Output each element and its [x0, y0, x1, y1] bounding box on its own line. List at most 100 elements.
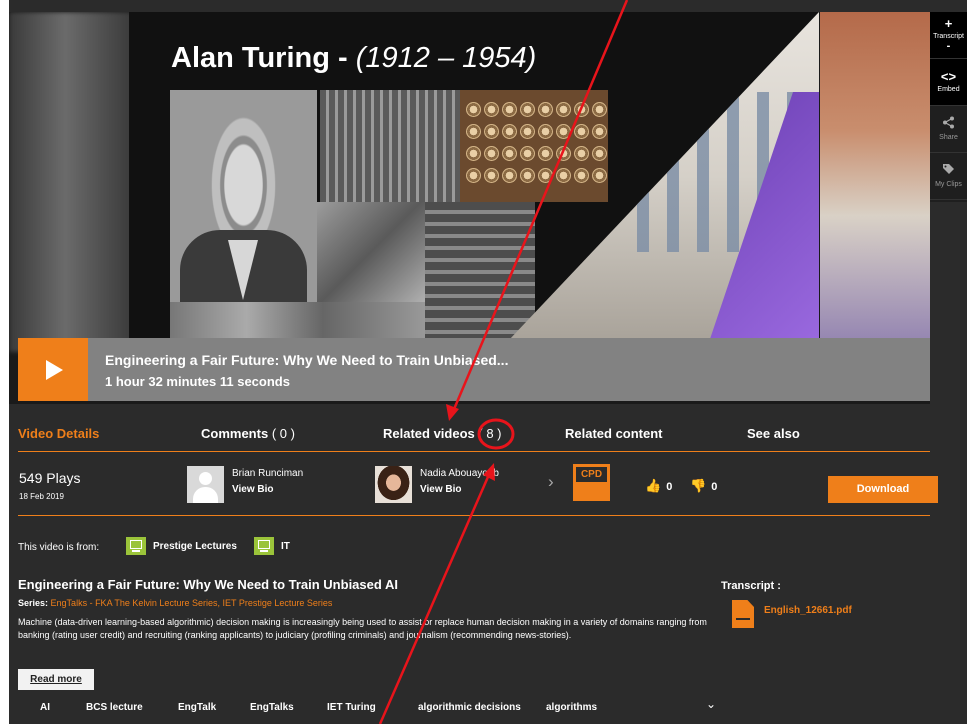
source-label: This video is from: [18, 542, 100, 553]
tag-item[interactable]: EngTalks [250, 702, 294, 713]
cpd-label: CPD [576, 467, 607, 482]
tab-related-videos-label: Related videos [383, 426, 475, 441]
rotor-wheel [592, 124, 607, 139]
series-label: Series: [18, 598, 49, 608]
embed-label: Embed [937, 86, 960, 93]
view-bio-link[interactable]: View Bio [420, 484, 462, 495]
rotor-wheel [538, 124, 553, 139]
tab-related-videos[interactable]: Related videos ( 8 ) [383, 426, 502, 441]
tab-comments-label: Comments [201, 426, 269, 441]
rotor-wheel [466, 168, 481, 183]
view-bio-link[interactable]: View Bio [232, 484, 274, 495]
like-button[interactable]: 👍 0 [645, 478, 672, 494]
tab-comments-count: ( 0 ) [271, 426, 295, 441]
dislike-button[interactable]: 👎 0 [690, 478, 717, 494]
video-background-left [9, 12, 149, 352]
chevron-right-icon[interactable]: › [548, 472, 554, 492]
player-title-bar: Engineering a Fair Future: Why We Need t… [18, 338, 930, 401]
my-clips-label: My Clips [935, 181, 962, 188]
slide-title: Alan Turing - (1912 – 1954) [171, 42, 536, 75]
rotor-wheel [574, 102, 589, 117]
series-link-engtalks[interactable]: EngTalks - FKA The Kelvin Lecture Series [51, 598, 218, 608]
like-count: 0 [666, 481, 673, 493]
thumbs-down-icon: 👎 [690, 478, 707, 493]
rotor-wheel [484, 124, 499, 139]
chevron-down-icon[interactable]: ⌄ [706, 697, 716, 711]
rotor-wheel [592, 168, 607, 183]
slide-title-name: Alan Turing [171, 42, 330, 74]
video-details-title: Engineering a Fair Future: Why We Need t… [18, 577, 398, 592]
rotor-wheel [484, 168, 499, 183]
transcript-pdf-link[interactable]: English_12661.pdf [764, 605, 852, 616]
tag-item[interactable]: IET Turing [327, 702, 376, 713]
rotor-wheel [520, 102, 535, 117]
share-label: Share [939, 134, 958, 141]
read-more-button[interactable]: Read more [18, 669, 94, 690]
transcript-button[interactable]: + Transcript - [930, 12, 967, 59]
rotor-wheel [466, 146, 481, 161]
video-background-right [820, 12, 930, 352]
minus-icon: - [946, 40, 951, 52]
transcript-heading: Transcript : [721, 580, 781, 592]
video-description: Machine (data-driven learning-based algo… [18, 617, 707, 640]
tab-see-also[interactable]: See also [747, 426, 800, 441]
tag-list: AI BCS lecture EngTalk EngTalks IET Turi… [18, 697, 930, 719]
series-line: Series: EngTalks - FKA The Kelvin Lectur… [18, 598, 332, 608]
rotor-wheel [556, 102, 571, 117]
screen-icon [254, 537, 274, 555]
rotor-wheel [484, 102, 499, 117]
plus-icon: + [944, 16, 953, 31]
tag-item[interactable]: EngTalk [178, 702, 216, 713]
video-slide: Alan Turing - (1912 – 1954) [129, 12, 819, 340]
my-clips-button[interactable]: My Clips [930, 153, 967, 200]
group-photo [170, 302, 425, 340]
rotor-wheel [502, 124, 517, 139]
source-link-it[interactable]: IT [281, 541, 290, 552]
video-duration: 1 hour 32 minutes 11 seconds [105, 374, 290, 389]
machine-photo [320, 90, 460, 202]
tab-related-content[interactable]: Related content [565, 426, 663, 441]
rotor-wheel [556, 146, 571, 161]
series-link-prestige[interactable]: IET Prestige Lecture Series [222, 598, 332, 608]
video-tabs: Video Details Comments ( 0 ) Related vid… [18, 418, 930, 452]
video-title: Engineering a Fair Future: Why We Need t… [105, 352, 509, 368]
cpd-badge[interactable]: CPD [573, 464, 610, 501]
publish-date: 18 Feb 2019 [19, 492, 64, 501]
rotor-wheel [574, 124, 589, 139]
rotor-wheel [556, 168, 571, 183]
slide-title-separator: - [329, 42, 356, 74]
play-count: 549 Plays [19, 470, 81, 486]
computer-photo [425, 202, 535, 340]
rotor-wheel [592, 146, 607, 161]
video-page: Alan Turing - (1912 – 1954) + Transcript… [9, 0, 967, 724]
video-meta-row: 549 Plays 18 Feb 2019 Brian Runciman Vie… [18, 460, 938, 516]
speaker-name: Nadia Abouayoub [420, 468, 499, 479]
rotor-wheel [538, 146, 553, 161]
tag-item[interactable]: algorithms [546, 702, 597, 713]
tag-item[interactable]: BCS lecture [86, 702, 143, 713]
screen-icon [126, 537, 146, 555]
pdf-icon[interactable] [732, 600, 754, 628]
rotor-wheel [520, 146, 535, 161]
download-button[interactable]: Download [828, 476, 938, 503]
embed-button[interactable]: <> Embed [930, 59, 967, 106]
rotor-wheel [520, 124, 535, 139]
tag-item[interactable]: algorithmic decisions [418, 702, 521, 713]
tab-related-videos-count: ( 8 ) [478, 426, 502, 441]
source-link-prestige-lectures[interactable]: Prestige Lectures [153, 541, 237, 552]
rotor-wheel [574, 168, 589, 183]
rotor-wheel [538, 168, 553, 183]
action-rail: + Transcript - <> Embed Share My Clips [930, 12, 967, 202]
avatar [375, 466, 412, 503]
people-photo [317, 202, 425, 302]
share-icon [930, 116, 967, 133]
tab-comments[interactable]: Comments ( 0 ) [201, 426, 295, 441]
speaker-name: Brian Runciman [232, 468, 304, 479]
share-button[interactable]: Share [930, 106, 967, 153]
rotor-wheel [538, 102, 553, 117]
tag-item[interactable]: AI [40, 702, 50, 713]
play-button[interactable] [18, 338, 88, 401]
rotor-wheel [520, 168, 535, 183]
rotor-wheel [466, 102, 481, 117]
tab-video-details[interactable]: Video Details [18, 426, 99, 441]
